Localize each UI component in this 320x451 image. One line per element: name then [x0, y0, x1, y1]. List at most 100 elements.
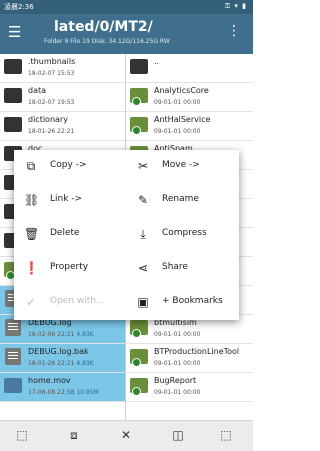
- menu-item-label: Share: [162, 262, 188, 272]
- file-row[interactable]: BTProductionLineTool 09-01-01 00:00: [126, 344, 253, 373]
- file-date: 18-02-06 22:21: [28, 331, 75, 338]
- menu-item-label: + Bookmarks: [162, 296, 223, 306]
- file-meta: 18-02-07 15:53: [28, 70, 74, 77]
- file-size: 4.83K: [74, 331, 94, 338]
- bookmark-icon: ▣: [137, 295, 149, 309]
- menu-item-label: Copy ->: [50, 160, 87, 170]
- file-meta: 09-01-01 00:00: [154, 389, 200, 396]
- menu-item-compress[interactable]: ⤓ Compress: [126, 218, 238, 252]
- status-time: 凌晨2:36: [4, 3, 34, 11]
- file-icon: [5, 319, 21, 336]
- file-meta: 18-01-26 22:21: [28, 128, 74, 135]
- file-date: 18-01-26 22:21: [28, 128, 75, 135]
- file-date: 09-01-01 00:00: [154, 128, 201, 135]
- more-options-icon[interactable]: ⋮: [227, 23, 241, 39]
- select-none-icon[interactable]: ⬚: [218, 427, 234, 443]
- file-meta: 09-01-01 00:00: [154, 128, 200, 135]
- menu-item-open-with: ✓ Open with...: [14, 286, 126, 320]
- file-meta: 09-01-01 00:00: [154, 99, 200, 106]
- status-icons: ⚿ ▾ ▮: [224, 2, 247, 10]
- select-range-icon[interactable]: ⧈: [66, 427, 82, 443]
- file-date: 09-01-01 00:00: [154, 389, 201, 396]
- folder-icon: [4, 59, 22, 74]
- menu-item-label: Delete: [50, 228, 80, 238]
- file-row[interactable]: dictionary 18-01-26 22:21: [0, 112, 125, 141]
- split-view-icon[interactable]: ◫: [170, 427, 186, 443]
- file-row[interactable]: .thumbnails 18-02-07 15:53: [0, 54, 125, 83]
- file-meta: 09-01-01 00:00: [154, 331, 200, 338]
- file-name: AnalyticsCore: [154, 86, 209, 95]
- folder-icon: [4, 88, 22, 103]
- info-icon: ❗: [24, 261, 39, 275]
- file-row[interactable]: AntHalService 09-01-01 00:00: [126, 112, 253, 141]
- file-row[interactable]: AnalyticsCore 09-01-01 00:00: [126, 83, 253, 112]
- apk-folder-icon: [130, 117, 148, 135]
- path-info: Folder 9 File 19 Disk: 34.12G/116.25G RW: [44, 38, 170, 45]
- file-name: data: [28, 86, 47, 95]
- close-icon[interactable]: ✕: [118, 427, 134, 443]
- apk-folder-icon: [130, 320, 148, 338]
- android-badge-icon: [132, 126, 141, 135]
- file-size: 10.95M: [74, 389, 99, 396]
- file-name: ..: [154, 57, 160, 66]
- copy-icon: ⧉: [26, 159, 36, 173]
- file-date: 09-01-01 00:00: [154, 360, 201, 367]
- check-icon: ✓: [25, 295, 37, 309]
- link-icon: ⛓: [24, 193, 40, 207]
- android-badge-icon: [132, 329, 141, 338]
- menu-item-share[interactable]: ⋖ Share: [126, 252, 238, 286]
- file-name: BugReport: [154, 376, 197, 385]
- menu-item-bookmarks[interactable]: ▣ + Bookmarks: [126, 286, 238, 320]
- trash-icon: 🗑: [24, 227, 40, 241]
- menu-item-label: Move ->: [162, 160, 200, 170]
- menu-icon[interactable]: ☰: [8, 23, 21, 41]
- video-file-icon: [4, 378, 22, 393]
- file-meta: 09-01-01 00:00: [154, 360, 200, 367]
- menu-item-label: Link ->: [50, 194, 83, 204]
- menu-item-copy[interactable]: ⧉ Copy ->: [14, 150, 126, 184]
- file-meta: 18-01-26 22:21 4.83K: [28, 360, 94, 367]
- path-title[interactable]: lated/0/MT2/: [54, 19, 153, 35]
- file-name: dictionary: [28, 115, 68, 124]
- file-icon: [5, 348, 21, 365]
- file-row[interactable]: data 18-02-07 19:53: [0, 83, 125, 112]
- menu-item-property[interactable]: ❗ Property: [14, 252, 126, 286]
- scissors-icon: ✂: [137, 159, 149, 173]
- file-row[interactable]: home.mov 17-06-08 22:58 10.95M: [0, 373, 125, 402]
- file-name: BTProductionLineTool: [154, 347, 240, 356]
- file-size: 4.83K: [74, 360, 94, 367]
- file-meta: 18-02-06 22:21 4.83K: [28, 331, 94, 338]
- apk-folder-icon: [130, 349, 148, 367]
- toolbar: ☰ lated/0/MT2/ Folder 9 File 19 Disk: 34…: [0, 14, 253, 54]
- menu-item-label: Compress: [162, 228, 207, 238]
- file-meta: 18-02-07 19:53: [28, 99, 74, 106]
- bottom-bar: ⬚ ⧈ ✕ ◫ ⬚: [0, 420, 253, 451]
- folder-icon: [130, 59, 148, 74]
- file-date: 17-06-08 22:58: [28, 389, 75, 396]
- file-date: 18-02-07 19:53: [28, 99, 75, 106]
- file-row[interactable]: ..: [126, 54, 253, 83]
- file-name: AntHalService: [154, 115, 211, 124]
- folder-icon: [4, 117, 22, 132]
- android-badge-icon: [132, 387, 141, 396]
- menu-item-label: Open with...: [50, 296, 105, 306]
- file-name: DEBUG.log.bak: [28, 347, 89, 356]
- file-meta: 17-06-08 22:58 10.95M: [28, 389, 99, 396]
- menu-item-link[interactable]: ⛓ Link ->: [14, 184, 126, 218]
- apk-folder-icon: [130, 88, 148, 106]
- file-date: 18-01-26 22:21: [28, 360, 75, 367]
- select-all-icon[interactable]: ⬚: [14, 427, 30, 443]
- menu-item-delete[interactable]: 🗑 Delete: [14, 218, 126, 252]
- share-icon: ⋖: [137, 261, 149, 275]
- menu-item-rename[interactable]: ✎ Rename: [126, 184, 238, 218]
- android-badge-icon: [132, 97, 141, 106]
- pencil-icon: ✎: [137, 193, 149, 207]
- android-badge-icon: [132, 358, 141, 367]
- menu-item-label: Property: [50, 262, 89, 272]
- status-bar: 凌晨2:36 ⚿ ▾ ▮: [0, 0, 253, 14]
- apk-folder-icon: [130, 378, 148, 396]
- file-row[interactable]: BugReport 09-01-01 00:00: [126, 373, 253, 402]
- menu-item-move[interactable]: ✂ Move ->: [126, 150, 238, 184]
- file-row[interactable]: DEBUG.log.bak 18-01-26 22:21 4.83K: [0, 344, 125, 373]
- file-date: 18-02-07 15:53: [28, 70, 75, 77]
